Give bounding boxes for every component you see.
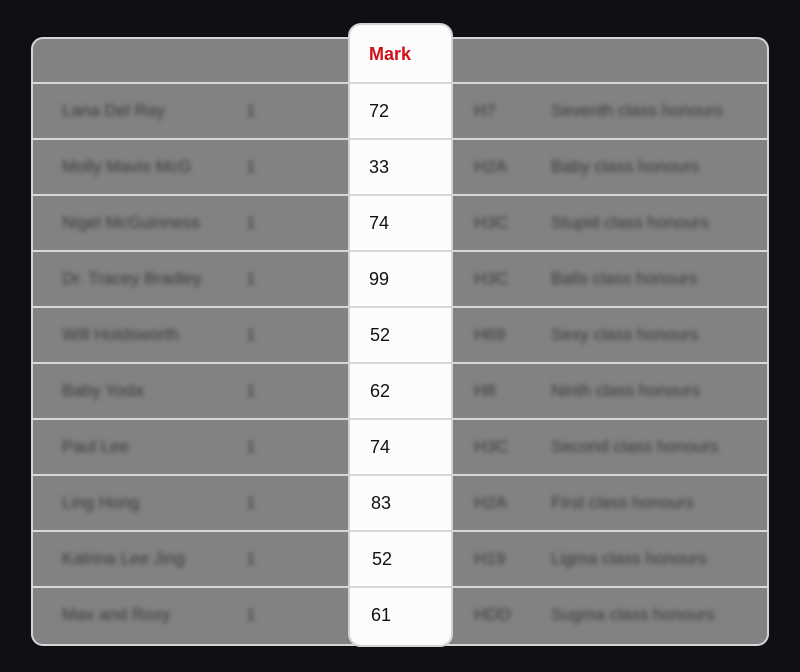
attempt-count: 1 <box>246 269 256 288</box>
mark-cell: 83 <box>350 474 451 530</box>
attempt-count: 1 <box>246 101 256 120</box>
attempt-count: 1 <box>246 157 256 176</box>
honours-class: Ligma class honours <box>551 549 707 568</box>
student-name: Paul Lee <box>62 437 130 456</box>
mark-column-header[interactable]: Mark <box>350 25 451 83</box>
mark-cell: 72 <box>350 82 451 138</box>
student-name: Will Holdsworth <box>62 325 180 344</box>
mark-cell: 52 <box>350 530 451 586</box>
attempt-count: 1 <box>246 493 256 512</box>
student-name: Lana Del Ray <box>62 101 166 120</box>
student-name: Dr. Tracey Bradley <box>62 269 202 288</box>
mark-cell: 74 <box>350 194 451 250</box>
student-name: Molly Mavis McG <box>62 157 192 176</box>
mark-cell: 52 <box>350 306 451 362</box>
attempt-count: 1 <box>246 381 256 400</box>
attempt-count: 1 <box>246 549 256 568</box>
grade-code: H3C <box>474 213 509 232</box>
mark-cell: 62 <box>350 362 451 418</box>
honours-class: Baby class honours <box>551 157 700 176</box>
honours-class: Sugma class honours <box>551 605 715 624</box>
attempt-count: 1 <box>246 437 256 456</box>
mark-cell: 33 <box>350 138 451 194</box>
honours-class: Second class honours <box>551 437 719 456</box>
student-name: Nigel McGuinness <box>62 213 200 232</box>
attempt-count: 1 <box>246 213 256 232</box>
attempt-count: 1 <box>246 605 256 624</box>
student-name: Max and Roxy <box>62 605 171 624</box>
honours-class: Ninth class honours <box>551 381 701 400</box>
attempt-count: 1 <box>246 325 256 344</box>
grade-code: H8 <box>474 381 496 400</box>
mark-column: Mark 72 33 74 99 52 62 74 83 52 61 <box>348 23 453 647</box>
honours-class: First class honours <box>551 493 694 512</box>
student-name: Ling Hong <box>62 493 140 512</box>
honours-class: Stupid class honours <box>551 213 709 232</box>
student-name: Baby Yoda <box>62 381 144 400</box>
grade-code: H2A <box>474 157 508 176</box>
mark-cell: 74 <box>350 418 451 474</box>
grade-code: H3C <box>474 437 509 456</box>
honours-class: Sexy class honours <box>551 325 699 344</box>
grade-code: H7 <box>474 101 496 120</box>
grade-code: HDD <box>474 605 511 624</box>
grade-code: H2A <box>474 493 508 512</box>
grade-code: H19 <box>474 549 506 568</box>
mark-cell: 99 <box>350 250 451 306</box>
student-name: Katrina Lee Jing <box>62 549 185 568</box>
honours-class: Balls class honours <box>551 269 698 288</box>
grade-code: H69 <box>474 325 506 344</box>
mark-cell: 61 <box>350 586 451 642</box>
honours-class: Seventh class honours <box>551 101 723 120</box>
grade-code: H3C <box>474 269 509 288</box>
